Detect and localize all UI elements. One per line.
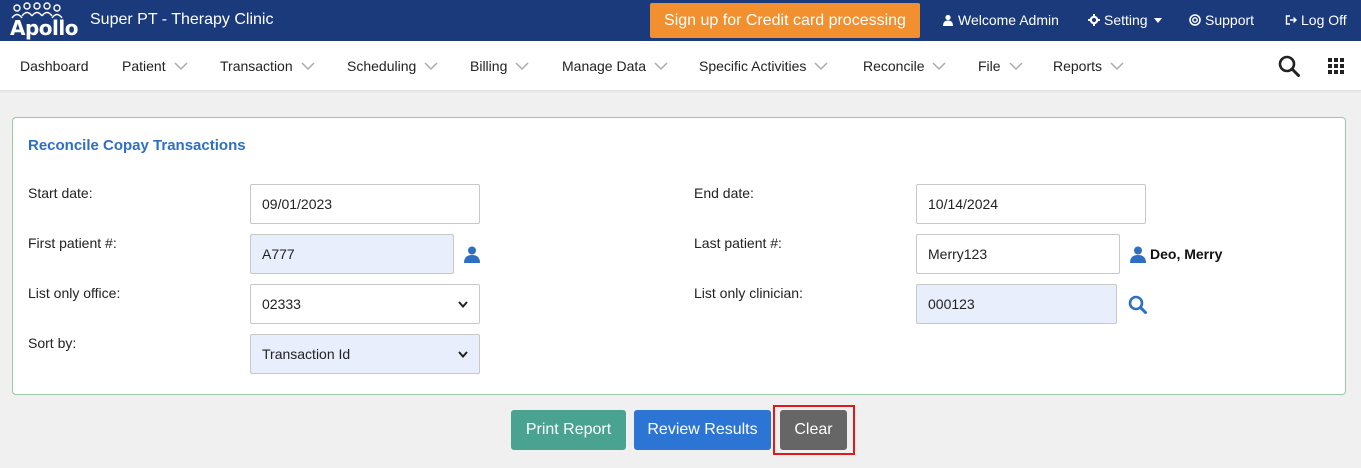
support-link[interactable]: Support bbox=[1189, 12, 1254, 28]
chevron-down-icon bbox=[654, 62, 668, 71]
support-label: Support bbox=[1205, 12, 1255, 28]
clinician-label: List only clinician: bbox=[694, 285, 803, 301]
nav-dashboard[interactable]: Dashboard bbox=[20, 58, 89, 74]
logoff-link[interactable]: Log Off bbox=[1285, 12, 1347, 28]
nav-label: Reports bbox=[1053, 58, 1103, 74]
user-icon bbox=[943, 14, 953, 26]
office-selected-value: 02333 bbox=[262, 296, 301, 312]
nav-label: Scheduling bbox=[347, 58, 417, 74]
sort-by-select[interactable]: Transaction Id bbox=[250, 334, 480, 374]
chevron-down-icon bbox=[301, 62, 315, 71]
logoff-label: Log Off bbox=[1301, 12, 1347, 28]
chevron-down-icon bbox=[814, 62, 828, 71]
start-date-label: Start date: bbox=[28, 185, 93, 201]
end-date-input[interactable]: 10/14/2024 bbox=[916, 184, 1146, 224]
nav-specific-activities[interactable]: Specific Activities bbox=[699, 58, 828, 74]
chevron-down-icon bbox=[1110, 62, 1124, 71]
nav-reports[interactable]: Reports bbox=[1053, 58, 1124, 74]
apps-grid-icon[interactable] bbox=[1328, 58, 1344, 74]
office-select[interactable]: 02333 bbox=[250, 284, 480, 324]
nav-label: Reconcile bbox=[863, 58, 925, 74]
setting-menu[interactable]: Setting bbox=[1088, 12, 1162, 28]
logo-text: Apollo bbox=[10, 16, 79, 40]
sort-selected-value: Transaction Id bbox=[262, 346, 351, 362]
start-date-input[interactable]: 09/01/2023 bbox=[250, 184, 480, 224]
lifebuoy-icon bbox=[1189, 14, 1201, 26]
sign-out-icon bbox=[1285, 15, 1297, 25]
clinician-search-icon[interactable] bbox=[1128, 295, 1147, 314]
caret-down-icon bbox=[1153, 17, 1162, 23]
clinic-name: Super PT - Therapy Clinic bbox=[90, 11, 274, 28]
chevron-down-icon bbox=[458, 350, 468, 358]
nav-transaction[interactable]: Transaction bbox=[220, 58, 315, 74]
chevron-down-icon bbox=[932, 62, 947, 71]
nav-patient[interactable]: Patient bbox=[122, 58, 188, 74]
nav-reconcile[interactable]: Reconcile bbox=[863, 58, 947, 74]
office-label: List only office: bbox=[28, 285, 121, 301]
first-patient-label: First patient #: bbox=[28, 235, 117, 251]
nav-label: Manage Data bbox=[562, 58, 647, 74]
clear-button[interactable]: Clear bbox=[780, 410, 847, 450]
end-date-label: End date: bbox=[694, 185, 754, 201]
nav-scheduling[interactable]: Scheduling bbox=[347, 58, 438, 74]
welcome-label: Welcome Admin bbox=[958, 12, 1059, 28]
reconcile-copay-panel: Reconcile Copay Transactions Start date:… bbox=[12, 117, 1346, 395]
chevron-down-icon bbox=[424, 62, 438, 71]
chevron-down-icon bbox=[458, 300, 468, 308]
review-results-button[interactable]: Review Results bbox=[634, 410, 771, 450]
welcome-admin-link[interactable]: Welcome Admin bbox=[942, 12, 1059, 28]
nav-manage-data[interactable]: Manage Data bbox=[562, 58, 668, 74]
patient-lookup-icon[interactable] bbox=[464, 246, 480, 263]
credit-card-signup-button[interactable]: Sign up for Credit card processing bbox=[650, 3, 920, 38]
setting-label: Setting bbox=[1104, 12, 1148, 28]
apollo-logo[interactable]: Apollo bbox=[8, 2, 79, 40]
sort-by-label: Sort by: bbox=[28, 335, 77, 351]
chevron-down-icon bbox=[515, 62, 529, 71]
nav-billing[interactable]: Billing bbox=[470, 58, 529, 74]
search-icon[interactable] bbox=[1278, 55, 1300, 77]
nav-label: Specific Activities bbox=[699, 58, 807, 74]
chevron-down-icon bbox=[1009, 62, 1023, 71]
nav-label: File bbox=[978, 58, 1001, 74]
clinician-input[interactable]: 000123 bbox=[916, 284, 1117, 324]
patient-lookup-icon[interactable] bbox=[1130, 246, 1146, 263]
panel-title: Reconcile Copay Transactions bbox=[28, 137, 246, 154]
nav-file[interactable]: File bbox=[978, 58, 1023, 74]
last-patient-label: Last patient #: bbox=[694, 235, 782, 251]
last-patient-input[interactable]: Merry123 bbox=[916, 234, 1120, 274]
last-patient-name: Deo, Merry bbox=[1150, 246, 1223, 262]
nav-label: Dashboard bbox=[20, 58, 89, 74]
nav-label: Patient bbox=[122, 58, 166, 74]
gear-icon bbox=[1088, 14, 1100, 26]
main-nav: Dashboard Patient Transaction Scheduling… bbox=[0, 41, 1361, 91]
nav-label: Transaction bbox=[220, 58, 293, 74]
chevron-down-icon bbox=[174, 62, 188, 71]
nav-label: Billing bbox=[470, 58, 508, 74]
first-patient-input[interactable]: A777 bbox=[250, 234, 454, 274]
top-header: Apollo Super PT - Therapy Clinic Sign up… bbox=[0, 0, 1361, 41]
print-report-button[interactable]: Print Report bbox=[511, 410, 626, 450]
